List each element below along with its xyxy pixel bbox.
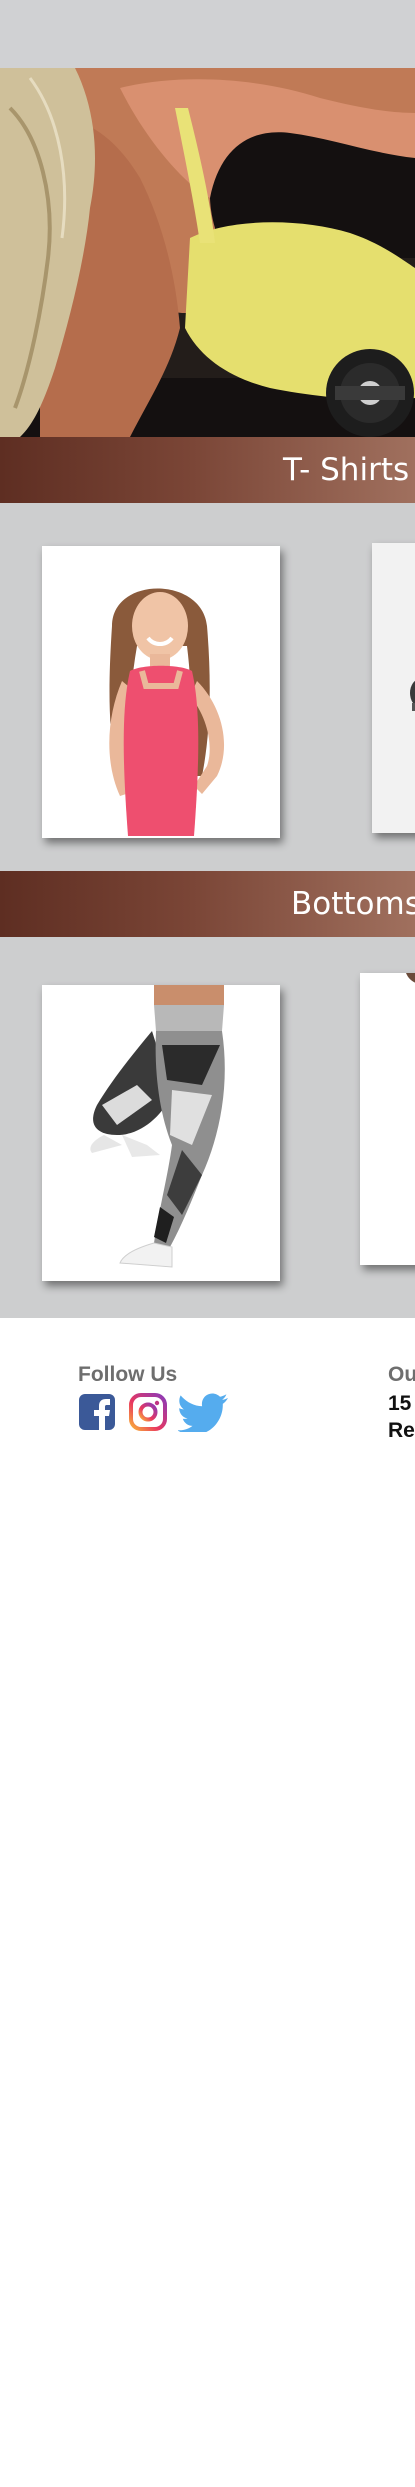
product-card-tshirt-second[interactable] <box>372 543 415 833</box>
section-banner-bottoms: Bottoms <box>0 871 415 937</box>
address-heading: Ou <box>388 1363 415 1386</box>
product-card-pink-tank-top[interactable] <box>42 546 280 838</box>
follow-us-heading: Follow Us <box>78 1363 178 1386</box>
product-card-geometric-leggings[interactable] <box>42 985 280 1281</box>
tshirt-second-image <box>372 543 415 833</box>
instagram-icon[interactable] <box>128 1392 168 1432</box>
bottoms-second-image <box>360 973 415 1265</box>
product-band-bottoms <box>0 937 415 1318</box>
section-title: T- Shirts <box>283 452 410 488</box>
pink-tank-top-image <box>42 546 280 838</box>
section-banner-tshirts: T- Shirts <box>0 437 415 503</box>
geometric-leggings-image <box>42 985 280 1281</box>
address-line-1: 15 <box>388 1392 412 1415</box>
facebook-icon[interactable] <box>78 1392 118 1432</box>
hero-image <box>0 68 415 437</box>
product-band-tshirts <box>0 503 415 871</box>
address-line-2: Re <box>388 1419 415 1442</box>
hero-illustration <box>0 68 415 437</box>
page: T- Shirts Bottoms Follow Us Ou 15 Re <box>0 0 415 2487</box>
footer <box>0 1318 415 2487</box>
top-bar <box>0 0 415 68</box>
twitter-icon[interactable] <box>177 1392 230 1435</box>
product-card-bottoms-second[interactable] <box>360 973 415 1265</box>
section-title: Bottoms <box>291 886 415 922</box>
